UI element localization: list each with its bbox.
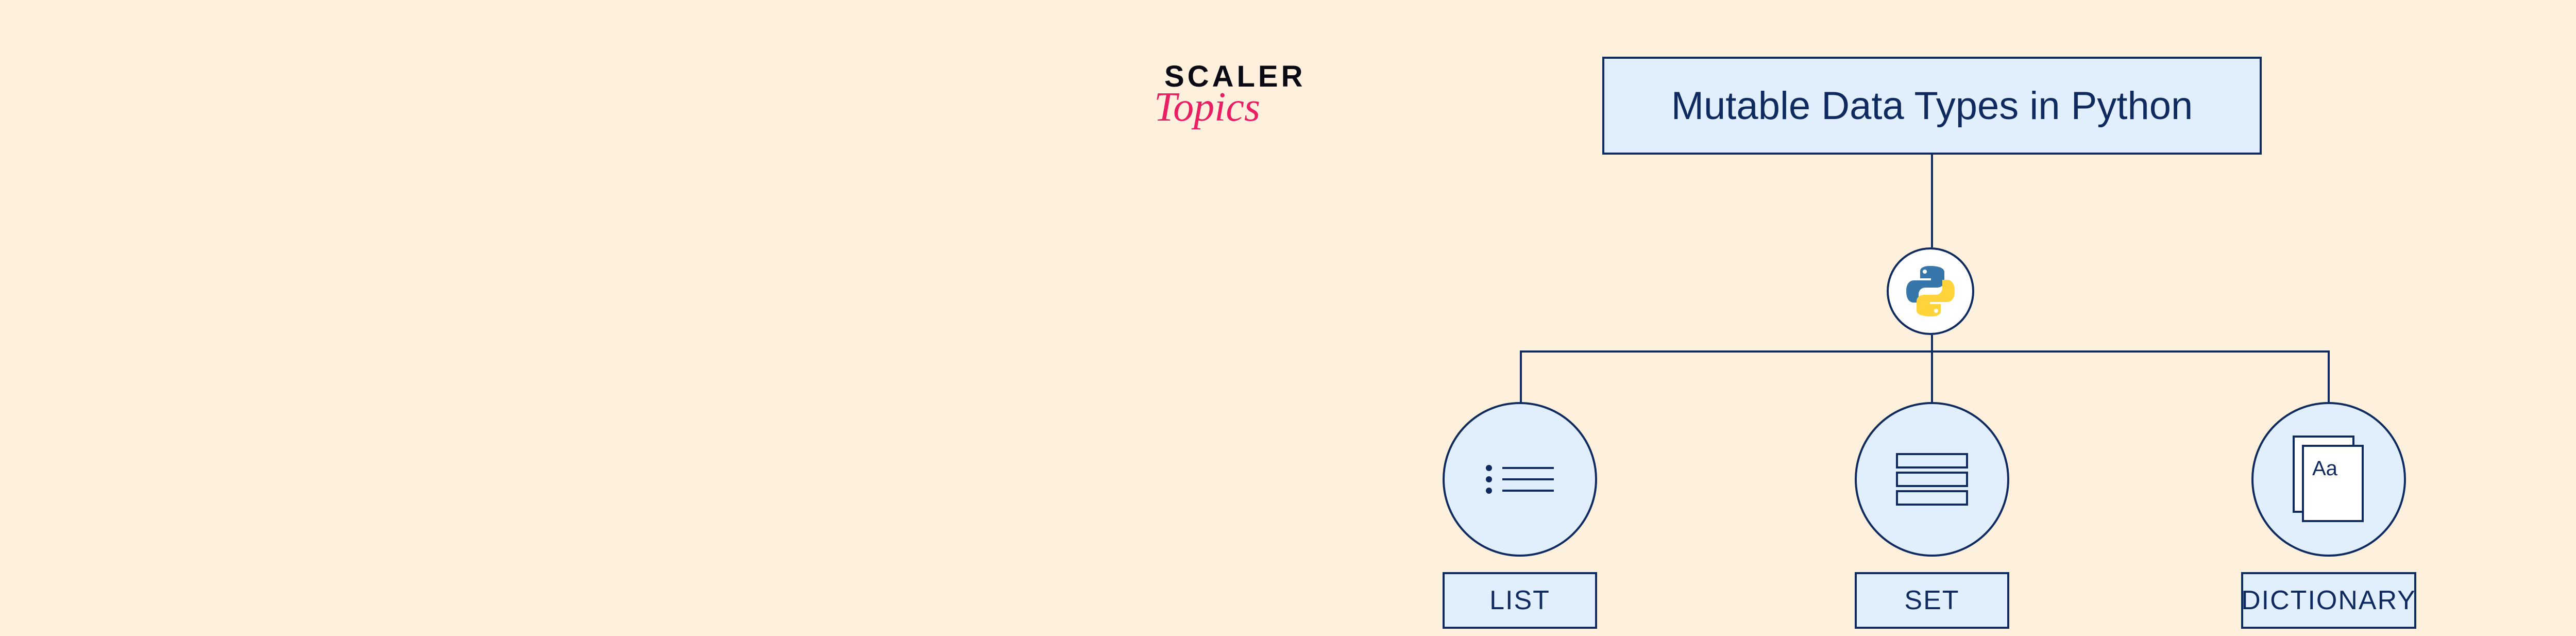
connector-line <box>1520 350 2329 353</box>
list-label: LIST <box>1489 585 1550 616</box>
dictionary-label-box: DICTIONARY <box>2241 572 2416 629</box>
python-logo-icon <box>1887 247 1974 335</box>
diagram-container: Mutable Data Types in Python LIST <box>1443 52 2421 567</box>
list-label-box: LIST <box>1443 572 1597 629</box>
set-label: SET <box>1904 585 1959 616</box>
list-icon <box>1486 460 1554 499</box>
dictionary-node-circle: Aa <box>2251 402 2406 557</box>
dictionary-icon: Aa <box>2293 436 2365 523</box>
list-node-circle <box>1443 402 1597 557</box>
diagram-title-box: Mutable Data Types in Python <box>1602 57 2262 155</box>
connector-line <box>1931 155 1933 247</box>
dictionary-glyph: Aa <box>2312 457 2337 480</box>
set-icon <box>1896 450 1968 509</box>
connector-line <box>1931 350 1933 402</box>
connector-line <box>1520 350 1522 402</box>
diagram-title: Mutable Data Types in Python <box>1671 83 2193 128</box>
connector-line <box>2328 350 2330 402</box>
brand-logo: SCALER Topics <box>1164 62 1306 128</box>
set-label-box: SET <box>1855 572 2009 629</box>
set-node-circle <box>1855 402 2009 557</box>
dictionary-label: DICTIONARY <box>2241 585 2416 616</box>
